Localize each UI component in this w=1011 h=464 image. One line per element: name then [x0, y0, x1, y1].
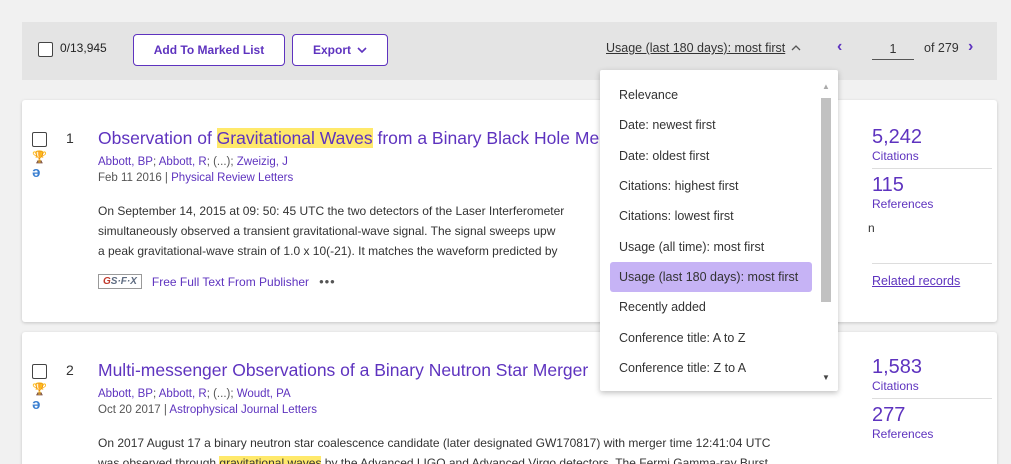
results-toolbar: 0/13,945 Add To Marked List Export Usage…: [22, 22, 997, 80]
title-highlight: Gravitational Waves: [216, 128, 373, 148]
reference-count[interactable]: 115: [872, 174, 997, 197]
full-text-link[interactable]: Free Full Text From Publisher: [152, 275, 309, 289]
divider: [872, 398, 992, 399]
citation-count[interactable]: 1,583: [872, 356, 997, 379]
citation-count[interactable]: 5,242: [872, 126, 997, 149]
abstract-text: by the Advanced LIGO and Advanced Virgo …: [321, 456, 768, 464]
abstract-line: On 2017 August 17 a binary neutron star …: [98, 436, 771, 450]
sort-option[interactable]: Conference title: Z to A: [600, 353, 812, 383]
divider: [872, 263, 992, 264]
citations-label[interactable]: Citations: [872, 379, 997, 393]
record-card: 2 🏆 ə Multi-messenger Observations of a …: [22, 332, 997, 464]
author-list: Abbott, BP; Abbott, R; (...); Woudt, PA: [98, 388, 291, 400]
sort-dropdown-trigger[interactable]: Usage (last 180 days): most first: [606, 41, 801, 55]
author-ellipsis[interactable]: (...): [213, 388, 230, 400]
chevron-up-icon: [791, 45, 801, 51]
reference-count[interactable]: 277: [872, 404, 997, 427]
next-page-icon[interactable]: ›: [968, 38, 973, 56]
chevron-down-icon: [357, 47, 367, 54]
abstract-trailing-char: n: [868, 221, 875, 235]
open-access-icon: ə: [32, 396, 41, 413]
page-number-input[interactable]: [872, 38, 914, 60]
sort-option[interactable]: Conference title: A to Z: [600, 322, 812, 352]
trophy-icon: 🏆: [32, 382, 47, 396]
author-link[interactable]: Abbott, R: [159, 388, 207, 400]
abstract-highlight: gravitational waves: [219, 456, 322, 464]
record-metrics: 1,583 Citations 277 References: [872, 356, 997, 441]
dropdown-scrollbar[interactable]: ▲ ▼: [820, 82, 832, 382]
previous-page-icon[interactable]: ‹: [837, 38, 842, 56]
sort-option[interactable]: Citations: highest first: [600, 171, 812, 201]
export-label: Export: [312, 43, 351, 57]
publication-info: Feb 11 2016 | Physical Review Letters: [98, 172, 294, 184]
record-card: 1 🏆 ə Observation of Gravitational Waves…: [22, 100, 997, 322]
record-links: GS·F·X Free Full Text From Publisher •••: [98, 274, 336, 289]
author-link[interactable]: Abbott, BP: [98, 156, 153, 168]
record-title[interactable]: Observation of Gravitational Waves from …: [98, 128, 625, 149]
references-label[interactable]: References: [872, 427, 997, 441]
divider: [872, 168, 992, 169]
title-text: from a Binary Black Hole Merge: [372, 128, 625, 148]
sort-option[interactable]: Usage (last 180 days): most first: [610, 261, 812, 293]
references-label[interactable]: References: [872, 197, 997, 211]
record-title[interactable]: Multi-messenger Observations of a Binary…: [98, 360, 588, 381]
author-list: Abbott, BP; Abbott, R; (...); Zweizig, J: [98, 156, 288, 168]
abstract-line: was observed through gravitational waves…: [98, 453, 868, 464]
record-metrics: 5,242 Citations 115 References: [872, 126, 997, 211]
journal-link[interactable]: Physical Review Letters: [171, 172, 293, 184]
add-to-marked-list-button[interactable]: Add To Marked List: [133, 34, 285, 66]
record-checkbox[interactable]: [32, 364, 47, 379]
sort-option[interactable]: Date: oldest first: [600, 141, 812, 171]
record-checkbox[interactable]: [32, 132, 47, 147]
more-options-icon[interactable]: •••: [319, 274, 336, 289]
sort-option[interactable]: Recently added: [600, 292, 812, 322]
selected-count: 0/13,945: [60, 41, 107, 55]
author-link[interactable]: Abbott, R: [159, 156, 207, 168]
author-link[interactable]: Woudt, PA: [237, 388, 291, 400]
publication-date: Feb 11 2016: [98, 172, 162, 184]
sort-dropdown-menu: Relevance Date: newest first Date: oldest …: [600, 70, 838, 391]
abstract-text: was observed through: [98, 456, 220, 464]
publication-info: Oct 20 2017 | Astrophysical Journal Lett…: [98, 404, 318, 416]
sfx-logo[interactable]: GS·F·X: [98, 274, 142, 289]
add-to-marked-list-label: Add To Marked List: [153, 43, 265, 57]
sort-option[interactable]: Citations: lowest first: [600, 201, 812, 231]
sfx-label: S·F·X: [110, 276, 137, 287]
record-number: 1: [66, 130, 74, 146]
scroll-down-icon[interactable]: ▼: [822, 373, 830, 382]
record-number: 2: [66, 362, 74, 378]
sort-option[interactable]: Date: newest first: [600, 110, 812, 140]
journal-link[interactable]: Astrophysical Journal Letters: [169, 404, 317, 416]
scrollbar-thumb[interactable]: [821, 98, 831, 302]
open-access-icon: ə: [32, 164, 41, 181]
publication-date: Oct 20 2017: [98, 404, 161, 416]
author-ellipsis[interactable]: (...): [213, 156, 230, 168]
sort-label: Usage (last 180 days): most first: [606, 41, 786, 55]
author-link[interactable]: Abbott, BP: [98, 388, 153, 400]
page-total: of 279: [924, 41, 959, 55]
author-link[interactable]: Zweizig, J: [237, 156, 288, 168]
related-records-link[interactable]: Related records: [872, 274, 960, 288]
sort-option[interactable]: Usage (all time): most first: [600, 231, 812, 261]
citations-label[interactable]: Citations: [872, 149, 997, 163]
sort-option[interactable]: Relevance: [600, 80, 812, 110]
abstract: On 2017 August 17 a binary neutron star …: [98, 433, 868, 464]
sort-options-list: Relevance Date: newest first Date: oldest …: [600, 80, 812, 383]
export-button[interactable]: Export: [292, 34, 388, 66]
trophy-icon: 🏆: [32, 150, 47, 164]
scroll-up-icon[interactable]: ▲: [822, 82, 830, 91]
select-all-checkbox[interactable]: [38, 42, 53, 57]
title-text: Observation of: [98, 128, 217, 148]
